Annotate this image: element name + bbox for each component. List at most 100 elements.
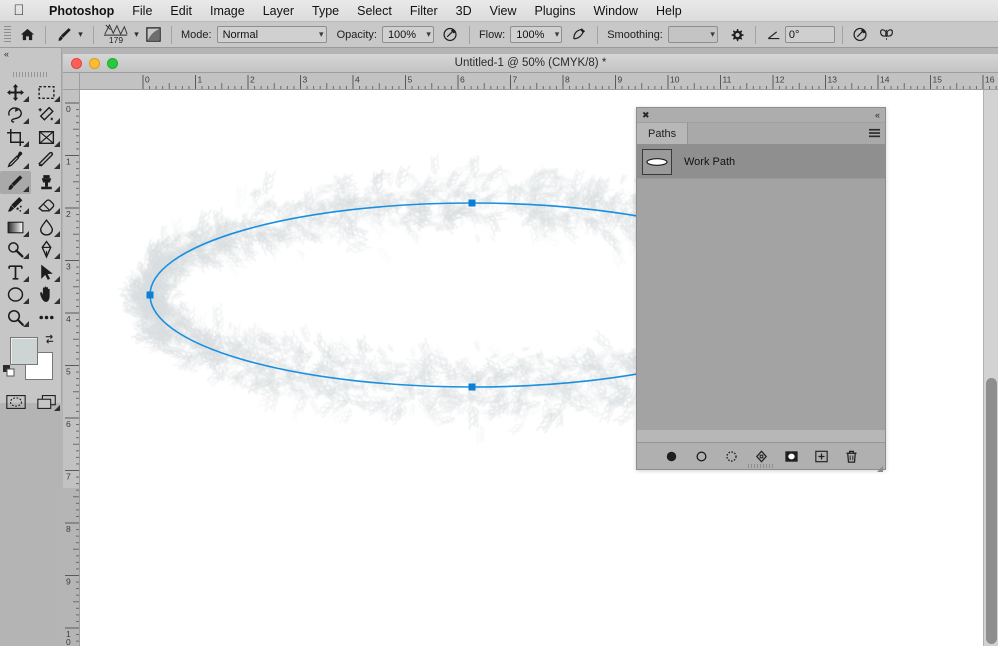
panel-menu-button[interactable] (863, 123, 885, 144)
foreground-color-swatch[interactable] (10, 336, 38, 365)
add-layer-mask-button[interactable] (781, 446, 801, 466)
quick-selection-tool[interactable] (31, 104, 62, 127)
stroke-path-button[interactable] (691, 446, 711, 466)
brush-icon (53, 24, 75, 46)
svg-text:6: 6 (66, 419, 71, 429)
brush-tool-indicator[interactable]: ▾ (53, 22, 86, 48)
paths-panel-bottom-grip[interactable] (748, 464, 774, 468)
pressure-controls-opacity-button[interactable] (440, 24, 462, 46)
eraser-tool[interactable] (31, 194, 62, 217)
hand-tool[interactable] (31, 284, 62, 307)
ellipse-tool[interactable] (0, 284, 31, 307)
brush-angle-input[interactable]: 0° (784, 26, 835, 43)
clone-stamp-tool[interactable] (31, 171, 62, 194)
frame-tool[interactable] (31, 126, 62, 149)
new-path-button[interactable] (811, 446, 831, 466)
close-icon[interactable]: ✖ (642, 110, 650, 121)
menu-item-layer[interactable]: Layer (254, 0, 303, 22)
history-brush-tool[interactable] (0, 194, 31, 217)
blur-tool[interactable] (31, 216, 62, 239)
menu-item-help[interactable]: Help (647, 0, 691, 22)
svg-text:2: 2 (250, 75, 255, 85)
type-tool[interactable] (0, 261, 31, 284)
menu-item-edit[interactable]: Edit (161, 0, 201, 22)
ruler-corner[interactable] (63, 73, 80, 90)
vertical-scrollbar-thumb[interactable] (986, 378, 997, 644)
menu-item-file[interactable]: File (123, 0, 161, 22)
edit-toolbar-more[interactable] (31, 306, 62, 329)
quick-mask-button[interactable] (0, 391, 31, 414)
brush-tool[interactable] (0, 171, 31, 194)
pressure-controls-size-button[interactable] (850, 24, 872, 46)
svg-text:16: 16 (985, 75, 995, 85)
paths-panel-title-bar[interactable]: ✖ « (637, 108, 885, 123)
collapse-panel-icon[interactable]: « (4, 49, 9, 59)
dodge-tool[interactable] (0, 239, 31, 262)
path-selection-tool[interactable] (31, 261, 62, 284)
collapse-double-chevron-icon[interactable]: « (875, 110, 880, 120)
svg-text:11: 11 (723, 75, 732, 85)
move-tool[interactable] (0, 81, 31, 104)
menu-item-photoshop[interactable]: Photoshop (40, 0, 123, 22)
brush-angle-icon[interactable] (763, 24, 785, 46)
menu-item-type[interactable]: Type (303, 0, 348, 22)
paths-panel-resize-handle[interactable] (876, 460, 884, 472)
opacity-select[interactable]: 100% ▾ (381, 26, 434, 43)
tools-panel-grip[interactable] (12, 72, 49, 77)
spot-healing-brush-tool[interactable] (31, 149, 62, 172)
pen-tool[interactable] (31, 239, 62, 262)
apple-logo-icon[interactable]:  (12, 3, 26, 19)
quick-mask-icon (5, 394, 26, 409)
lasso-tool[interactable] (0, 104, 31, 127)
screen-mode-button[interactable] (31, 391, 62, 414)
brush-settings-panel-toggle[interactable] (142, 22, 164, 48)
fill-path-button[interactable] (661, 446, 681, 466)
menu-item-filter[interactable]: Filter (401, 0, 447, 22)
smoothing-select[interactable]: ▾ (667, 26, 718, 43)
home-button[interactable] (16, 22, 38, 48)
swap-colors-icon[interactable] (43, 333, 56, 349)
tab-paths[interactable]: Paths (637, 123, 689, 144)
eyedropper-tool[interactable] (0, 149, 31, 172)
airbrush-toggle-button[interactable] (568, 24, 590, 46)
path-row[interactable]: Work Path (637, 145, 885, 179)
horizontal-ruler[interactable]: 0 1 2 3 4 5 6 7 8 9 10 11 12 13 14 15 16 (80, 73, 998, 90)
svg-text:5: 5 (408, 75, 413, 85)
menu-item-select[interactable]: Select (348, 0, 401, 22)
smoothing-options-button[interactable] (726, 24, 748, 46)
tool-flyout-triangle-icon (54, 253, 60, 259)
flow-select[interactable]: 100% ▾ (510, 26, 563, 43)
crop-tool[interactable] (0, 126, 31, 149)
path-anchor-point (146, 291, 154, 299)
rectangular-marquee-tool[interactable] (31, 81, 62, 104)
menu-item-image[interactable]: Image (201, 0, 254, 22)
svg-text:1: 1 (66, 157, 71, 167)
tool-flyout-triangle-icon (23, 140, 29, 147)
load-path-as-selection-button[interactable] (721, 446, 741, 466)
gradient-tool[interactable] (0, 216, 31, 239)
tab-paths-label: Paths (648, 128, 676, 140)
brush-preset-picker[interactable]: 179 ▾ (101, 22, 142, 48)
blend-mode-select[interactable]: Normal ▾ (216, 26, 327, 43)
tools-panel-header[interactable]: « (0, 48, 61, 70)
menu-item-window[interactable]: Window (585, 0, 647, 22)
delete-path-button[interactable] (841, 446, 861, 466)
menu-item-plugins[interactable]: Plugins (526, 0, 585, 22)
zoom-tool[interactable] (0, 306, 31, 329)
make-work-path-from-selection-button[interactable] (751, 446, 771, 466)
document-title-bar[interactable]: Untitled-1 @ 50% (CMYK/8) * (63, 54, 998, 73)
paths-list[interactable]: Work Path (637, 145, 885, 430)
menu-item-view[interactable]: View (481, 0, 526, 22)
chevron-down-icon[interactable]: ▾ (131, 24, 142, 46)
mask-square-icon (784, 450, 798, 462)
paint-symmetry-button[interactable] (876, 24, 898, 46)
default-colors-icon[interactable] (2, 364, 16, 383)
tool-flyout-triangle-icon (23, 185, 29, 192)
chevron-down-icon[interactable]: ▾ (75, 24, 86, 46)
brush-size-label: 179 (109, 35, 123, 45)
options-bar-grip[interactable] (4, 25, 11, 44)
menu-item-3d[interactable]: 3D (447, 0, 481, 22)
vertical-ruler[interactable]: 012345678910 (63, 90, 80, 646)
blend-mode-value: Normal (223, 29, 258, 41)
vertical-scrollbar[interactable] (983, 90, 998, 646)
